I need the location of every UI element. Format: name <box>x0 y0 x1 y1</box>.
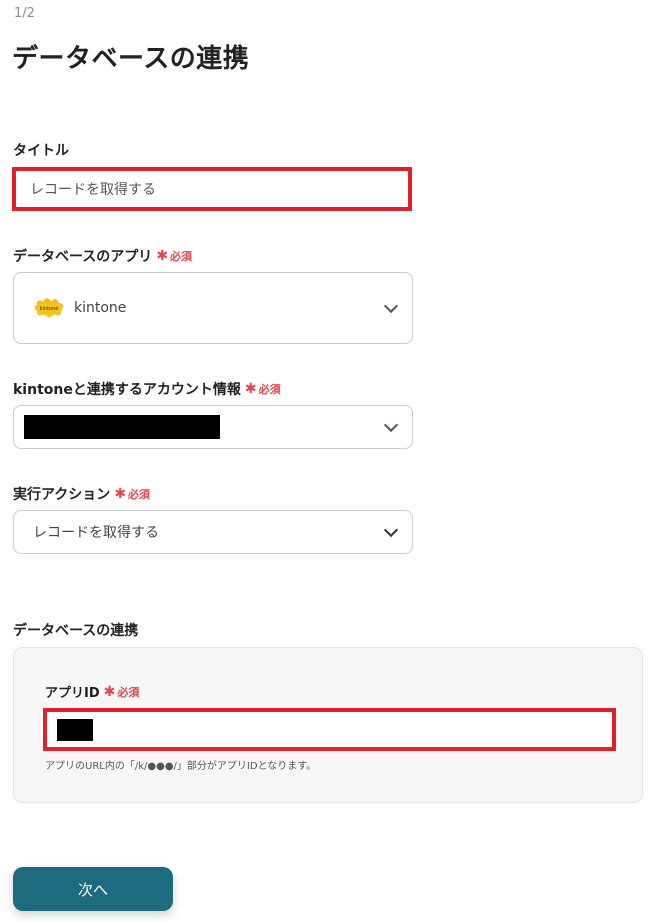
title-label: タイトル <box>13 140 69 160</box>
title-label-text: タイトル <box>13 143 69 159</box>
app-id-help-text: アプリのURL内の「/k/●●●/」部分がアプリIDとなります。 <box>45 761 317 772</box>
title-input[interactable]: レコードを取得する <box>12 167 412 211</box>
app-id-value-redacted <box>57 718 93 741</box>
page-title: データベースの連携 <box>12 44 250 74</box>
page: 1/2 データベースの連携 タイトル レコードを取得する データベースのアプリ … <box>0 0 653 922</box>
title-input-value: レコードを取得する <box>30 182 156 198</box>
chevron-down-icon[interactable] <box>383 298 399 314</box>
required-text: 必須 <box>128 488 151 501</box>
required-star: ✱ <box>244 381 257 397</box>
app-id-label-text: アプリID <box>45 686 100 701</box>
account-select[interactable] <box>13 405 413 449</box>
required-star: ✱ <box>114 486 127 502</box>
chevron-down-icon[interactable] <box>383 522 399 538</box>
database-settings-panel: アプリID ✱ 必須 アプリのURL内の「/k/●●●/」部分がアプリIDとなり… <box>13 647 643 803</box>
required-star: ✱ <box>156 248 169 264</box>
database-app-value: kintone <box>74 300 127 316</box>
required-text: 必須 <box>117 685 140 699</box>
chevron-down-icon[interactable] <box>383 417 399 433</box>
account-label: kintoneと連携するアカウント情報 ✱ 必須 <box>13 379 281 399</box>
app-id-input[interactable] <box>43 708 616 751</box>
app-id-label: アプリID ✱ 必須 <box>45 682 140 702</box>
account-label-text: kintoneと連携するアカウント情報 <box>13 382 241 398</box>
kintone-logo-text: kintone <box>40 306 59 312</box>
action-value: レコードを取得する <box>33 525 159 541</box>
required-star: ✱ <box>103 683 116 700</box>
next-button[interactable]: 次へ <box>13 867 173 911</box>
kintone-logo-icon: kintone <box>34 298 64 318</box>
section-heading: データベースの連携 <box>13 623 139 639</box>
database-app-select[interactable]: kintone kintone <box>13 272 413 344</box>
database-app-label: データベースのアプリ ✱ 必須 <box>13 246 192 266</box>
database-app-label-text: データベースのアプリ <box>13 249 153 265</box>
required-text: 必須 <box>170 250 193 263</box>
action-select[interactable]: レコードを取得する <box>13 510 413 554</box>
action-label-text: 実行アクション <box>13 487 111 503</box>
required-text: 必須 <box>258 383 281 396</box>
action-label: 実行アクション ✱ 必須 <box>13 484 150 504</box>
account-value-redacted <box>24 415 220 439</box>
step-indicator: 1/2 <box>14 6 35 21</box>
